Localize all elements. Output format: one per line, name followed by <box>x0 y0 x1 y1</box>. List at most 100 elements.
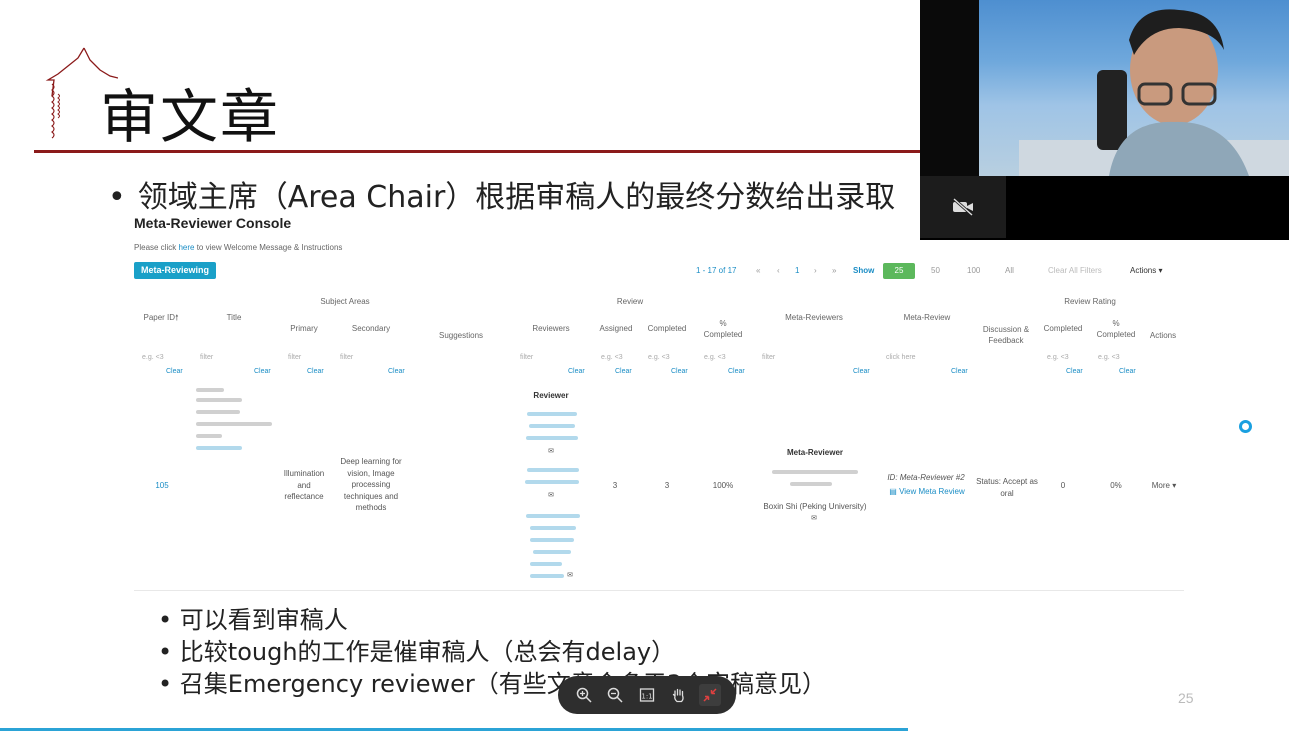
header-rating-completed[interactable]: Completed <box>1040 323 1086 334</box>
pager-page[interactable]: 1 <box>795 266 799 275</box>
redacted-title-line <box>196 388 224 392</box>
bottom-divider <box>0 728 908 731</box>
filter-rating-pct[interactable]: e.g. <3 <box>1098 354 1120 361</box>
clear-assigned[interactable]: Clear <box>615 368 632 375</box>
paper-id-label: Paper ID <box>143 313 176 322</box>
header-reviewers[interactable]: Reviewers <box>525 323 577 334</box>
filter-reviewers[interactable]: filter <box>520 354 533 361</box>
redacted-reviewer-link[interactable] <box>529 424 575 428</box>
filter-pct[interactable]: e.g. <3 <box>704 354 726 361</box>
mail-icon[interactable]: ✉ <box>564 570 576 582</box>
header-rating-pct[interactable]: % Completed <box>1094 318 1138 340</box>
more-dropdown[interactable]: More ▾ <box>1146 480 1182 492</box>
console-title: Meta-Reviewer Console <box>134 215 292 231</box>
redacted-reviewer-link[interactable] <box>527 468 579 472</box>
pager-last[interactable]: » <box>832 266 836 275</box>
show-label: Show <box>853 266 875 275</box>
pan-hand-icon[interactable] <box>668 684 690 706</box>
filter-paper-id[interactable]: e.g. <3 <box>142 354 164 361</box>
filter-rating-completed[interactable]: e.g. <3 <box>1047 354 1069 361</box>
filter-completed[interactable]: e.g. <3 <box>648 354 670 361</box>
document-icon: ▤ <box>889 487 897 496</box>
filter-meta-reviewers[interactable]: filter <box>762 354 775 361</box>
bullet-dot-icon: • <box>158 606 180 634</box>
camera-off-button[interactable] <box>920 176 1006 238</box>
redacted-title-line <box>196 410 240 414</box>
bullet-text: 比较tough的工作是催审稿人（总会有delay） <box>179 638 676 666</box>
caret-down-icon: ▾ <box>1158 266 1163 275</box>
header-meta-review[interactable]: Meta-Review <box>895 312 959 323</box>
pager-count: 1 - 17 of 17 <box>696 266 737 275</box>
slide-page-number: 25 <box>1178 690 1194 706</box>
redacted-title-line <box>196 398 242 402</box>
redacted-reviewer-link[interactable] <box>525 480 579 484</box>
actions-label: Actions <box>1130 266 1157 275</box>
clear-rating-completed[interactable]: Clear <box>1066 368 1083 375</box>
header-meta-reviewers[interactable]: Meta-Reviewers <box>774 312 854 323</box>
redacted-title-link[interactable] <box>196 446 242 450</box>
header-secondary[interactable]: Secondary <box>343 323 399 334</box>
paper-id-link[interactable]: 105 <box>148 480 176 492</box>
show-50-button[interactable]: 50 <box>931 266 940 275</box>
redacted-title-line <box>196 434 222 438</box>
pager-first[interactable]: « <box>756 266 760 275</box>
header-suggestions[interactable]: Suggestions <box>430 330 492 341</box>
camera-off-icon <box>953 198 973 216</box>
mail-icon[interactable]: ✉ <box>545 490 557 502</box>
header-paper-id[interactable]: Paper ID🠕 <box>136 312 186 323</box>
clear-meta-review[interactable]: Clear <box>951 368 968 375</box>
clear-primary[interactable]: Clear <box>307 368 324 375</box>
instruction-post: to view Welcome Message & Instructions <box>194 243 343 252</box>
zoom-out-icon[interactable] <box>604 684 626 706</box>
mail-icon[interactable]: ✉ <box>808 513 820 525</box>
filter-primary[interactable]: filter <box>288 354 301 361</box>
actions-dropdown[interactable]: Actions ▾ <box>1122 263 1172 279</box>
bullet-text: 可以看到审稿人 <box>179 606 348 634</box>
clear-paper-id[interactable]: Clear <box>166 368 183 375</box>
redacted-reviewer-link[interactable] <box>530 574 564 578</box>
header-pct-completed[interactable]: % Completed <box>700 318 746 340</box>
pager-next[interactable]: › <box>814 266 817 275</box>
webcam-panel <box>920 0 1289 240</box>
meta-reviewing-button[interactable]: Meta-Reviewing <box>134 262 216 279</box>
view-meta-review-link[interactable]: ▤ View Meta Review <box>888 486 966 498</box>
clear-completed[interactable]: Clear <box>671 368 688 375</box>
zoom-in-icon[interactable] <box>573 684 595 706</box>
redacted-reviewer-link[interactable] <box>527 412 577 416</box>
clear-reviewers[interactable]: Clear <box>568 368 585 375</box>
clear-secondary[interactable]: Clear <box>388 368 405 375</box>
pager-prev[interactable]: ‹ <box>777 266 780 275</box>
redacted-reviewer-link[interactable] <box>526 436 578 440</box>
clear-meta-reviewers[interactable]: Clear <box>853 368 870 375</box>
header-discussion[interactable]: Discussion & Feedback <box>978 324 1034 346</box>
show-100-button[interactable]: 100 <box>967 266 980 275</box>
clear-pct[interactable]: Clear <box>728 368 745 375</box>
header-completed[interactable]: Completed <box>643 323 691 334</box>
redacted-reviewer-link[interactable] <box>533 550 571 554</box>
mail-icon[interactable]: ✉ <box>545 446 557 458</box>
clear-title[interactable]: Clear <box>254 368 271 375</box>
redacted-reviewer-link[interactable] <box>530 538 574 542</box>
filter-assigned[interactable]: e.g. <3 <box>601 354 623 361</box>
meta-review-id: ID: Meta-Reviewer #2 <box>887 473 965 482</box>
clear-all-filters-button[interactable]: Clear All Filters <box>1048 266 1102 275</box>
exit-fullscreen-icon[interactable] <box>699 684 722 706</box>
clear-rating-pct[interactable]: Clear <box>1119 368 1136 375</box>
instructions-link[interactable]: here <box>178 243 194 252</box>
header-primary[interactable]: Primary <box>280 323 328 334</box>
header-title[interactable]: Title <box>214 312 254 323</box>
filter-meta-review[interactable]: click here <box>886 354 916 361</box>
filter-secondary[interactable]: filter <box>340 354 353 361</box>
show-all-button[interactable]: All <box>1005 266 1014 275</box>
filter-title[interactable]: filter <box>200 354 213 361</box>
redacted-reviewer-link[interactable] <box>530 562 562 566</box>
pct-completed-value: 100% <box>712 481 734 490</box>
actual-size-icon[interactable]: 1:1 <box>636 684 658 706</box>
sort-up-icon: 🠕 <box>175 313 179 322</box>
redacted-reviewer-link[interactable] <box>526 514 580 518</box>
redacted-reviewer-link[interactable] <box>530 526 576 530</box>
main-bullet-text: 领域主席（Area Chair）根据审稿人的最终分数给出录取 <box>137 180 896 215</box>
main-bullet: • 领域主席（Area Chair）根据审稿人的最终分数给出录取 <box>108 172 920 216</box>
header-assigned[interactable]: Assigned <box>594 323 638 334</box>
show-25-button[interactable]: 25 <box>883 263 915 279</box>
